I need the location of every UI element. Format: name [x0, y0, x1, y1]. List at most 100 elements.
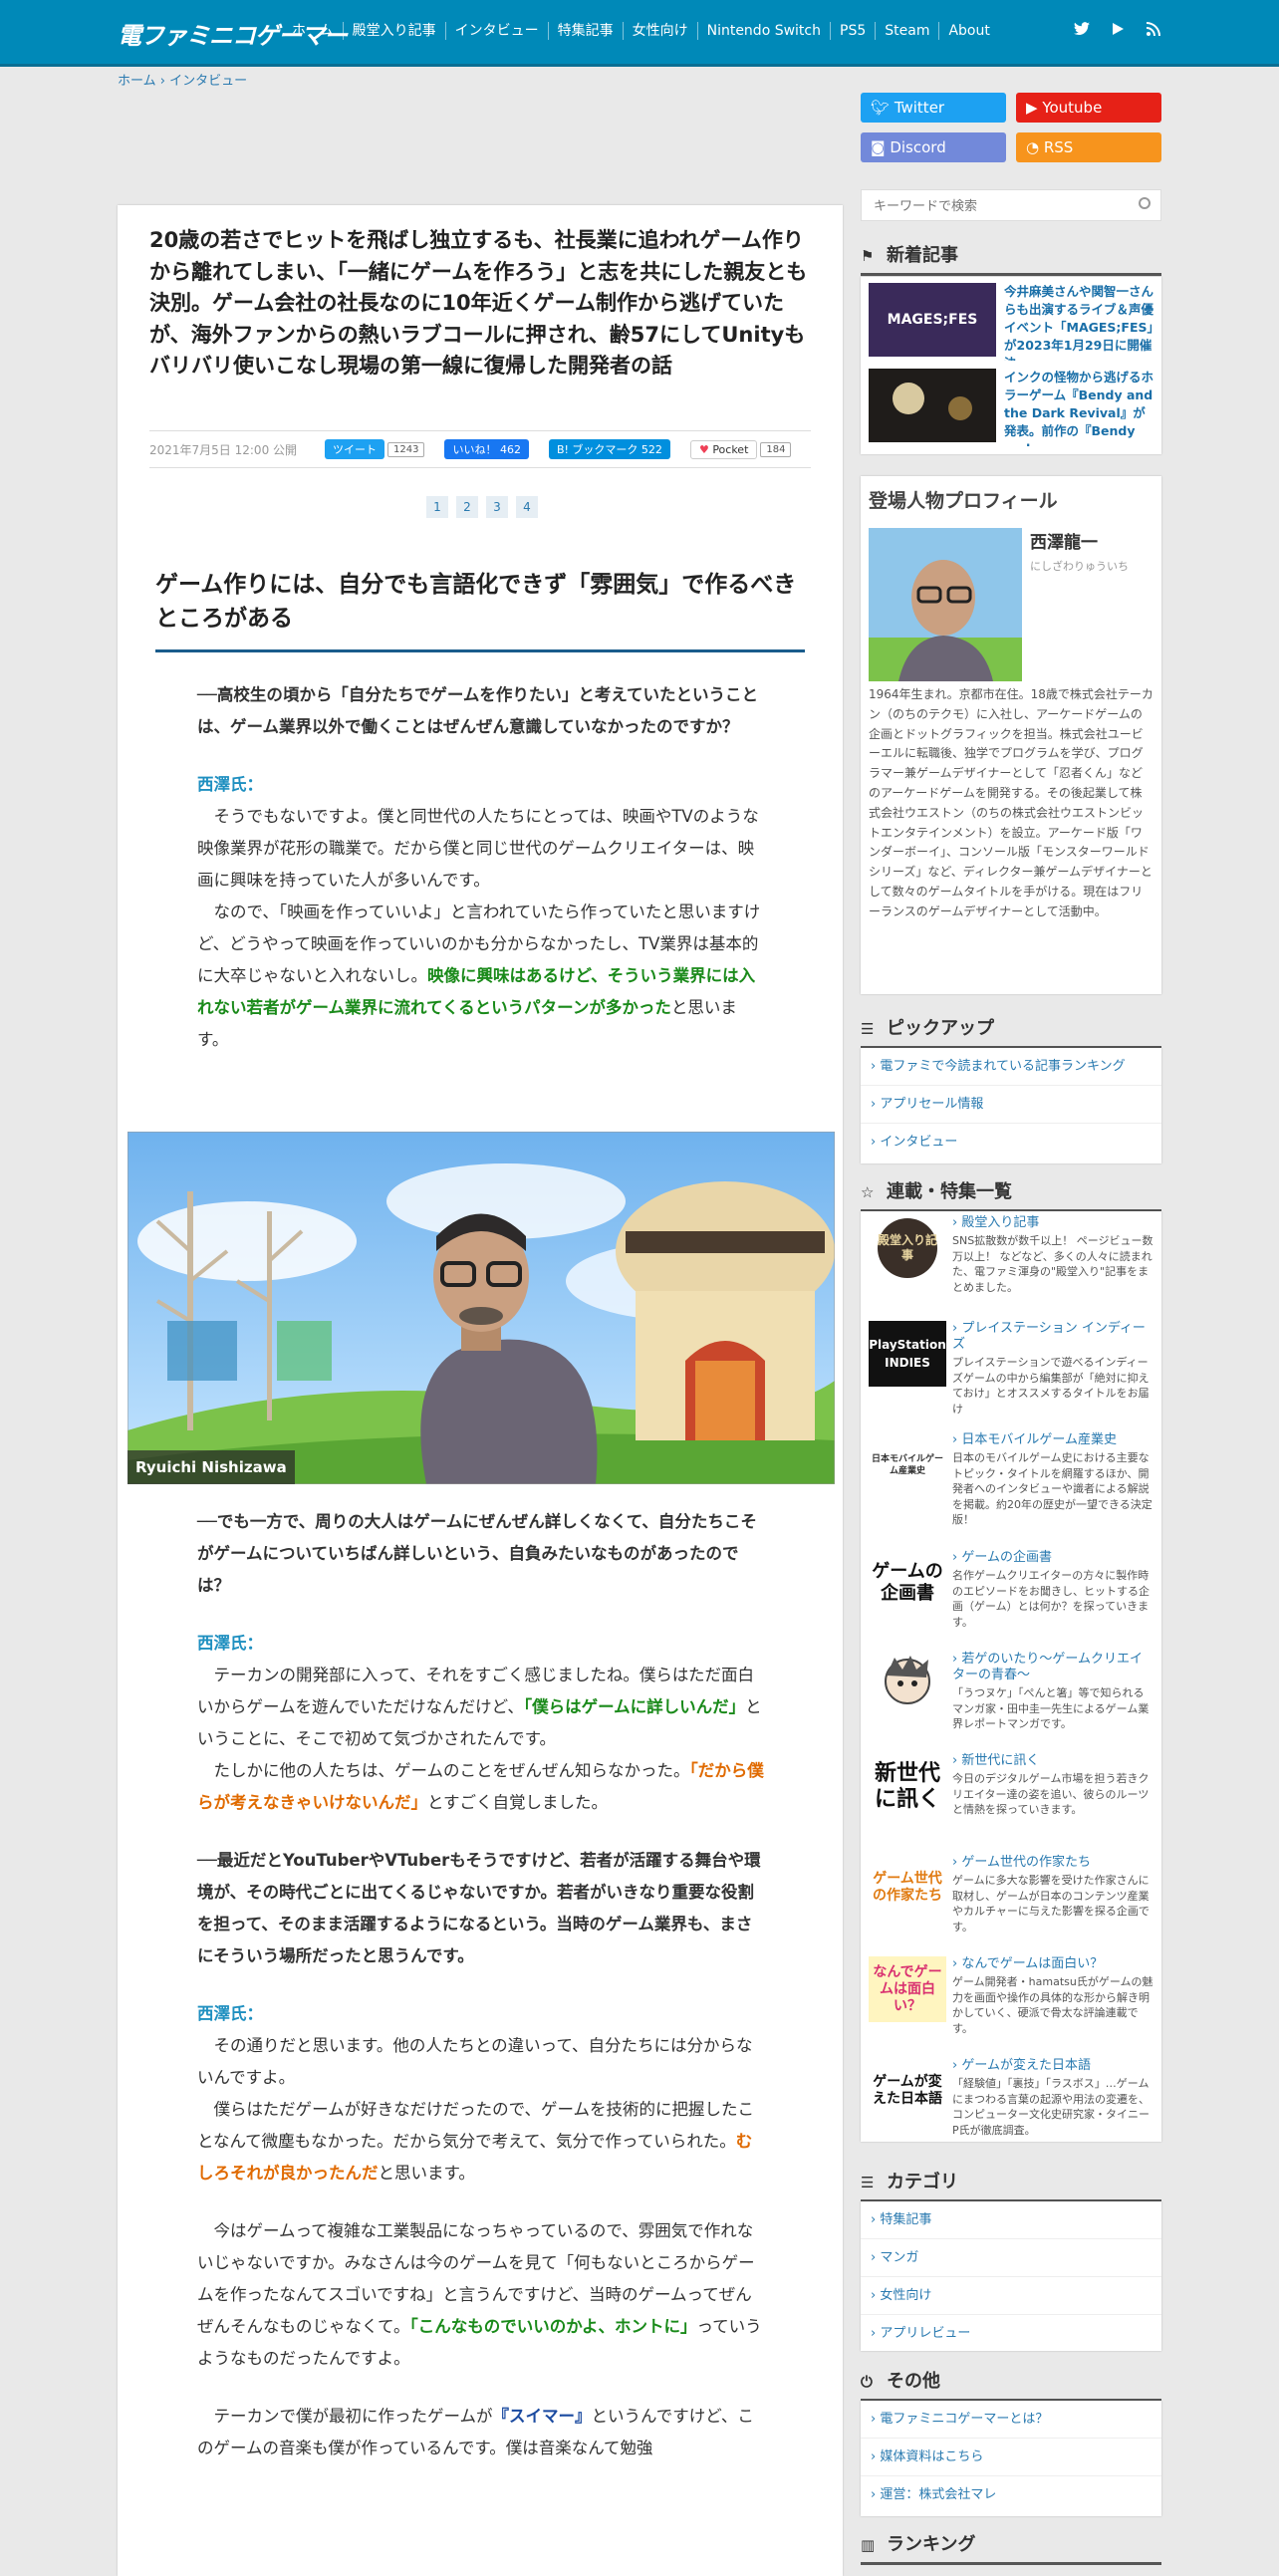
pickup-link[interactable]: › 電ファミで今読まれている記事ランキング — [861, 1048, 1161, 1086]
article-body-2: ──でも一方で、周りの大人はゲームにぜんぜん詳しくなくて、自分たちこそがゲームに… — [197, 1506, 765, 2464]
other-link[interactable]: › 電ファミニコゲーマーとは？ — [861, 2401, 1161, 2439]
series-title[interactable]: › プレイステーション インディーズ — [952, 1321, 1153, 1353]
question-3: ──最近だとYouTuberやVTuberもそうですけど、若者が活躍する舞台や環… — [197, 1851, 761, 1965]
speaker-label: 西澤氏： — [197, 775, 263, 794]
pocket-count: 184 — [760, 441, 792, 457]
series-desc: ゲームに多大な影響を受けた作家さんに取材し、ゲームが日本のコンテンツ産業やカルチ… — [952, 1874, 1150, 1933]
interview-photo: Ryuichi Nishizawa — [128, 1132, 835, 1484]
series-item[interactable]: なんでゲームは面白い？ › なんでゲームは面白い？ ゲーム開発者・hamatsu氏… — [869, 1956, 1153, 2036]
youtube-icon[interactable] — [1110, 22, 1126, 38]
series-title[interactable]: › 若ゲのいたり〜ゲームクリエイターの青春〜 — [952, 1652, 1153, 1683]
question-1: ──高校生の頃から「自分たちでゲームを作りたい」と考えていたということは、ゲーム… — [197, 685, 759, 736]
nav-ps5[interactable]: PS5 — [830, 22, 875, 40]
pickup-link[interactable]: › インタビュー — [861, 1124, 1161, 1160]
category-link[interactable]: › 女性向け — [861, 2277, 1161, 2315]
series-thumbnail: 新世代に訊く — [874, 1760, 940, 1812]
page-1[interactable]: 1 — [426, 496, 448, 518]
speaker-label: 西澤氏： — [197, 1634, 263, 1653]
tweet-count: 1243 — [387, 441, 425, 457]
twitter-icon[interactable] — [1074, 22, 1090, 38]
nav-interview[interactable]: インタビュー — [444, 22, 548, 40]
other-box: › 電ファミニコゲーマーとは？ › 媒体資料はこちら › 運営：株式会社マレ — [861, 2401, 1161, 2516]
breadcrumb-home[interactable]: ホーム — [118, 74, 156, 89]
other-link[interactable]: › 媒体資料はこちら — [861, 2439, 1161, 2476]
nav-women[interactable]: 女性向け — [622, 22, 697, 40]
article-title: 20歳の若さでヒットを飛ばし独立するも、社長業に追われゲーム作りから離れてしまい… — [149, 228, 808, 378]
series-title[interactable]: › なんでゲームは面白い？ — [952, 1956, 1153, 1972]
highlight-text: 「僕らはゲームに詳しいんだ」 — [523, 1697, 746, 1716]
search-input[interactable] — [872, 191, 1125, 221]
series-title[interactable]: › ゲームが変えた日本語 — [952, 2058, 1153, 2074]
news-title[interactable]: 今井麻美さんや関智一さんらも出演するライブ＆声優イベント「MAGES;FES」が… — [996, 283, 1153, 361]
page-4[interactable]: 4 — [516, 496, 538, 518]
page-2[interactable]: 2 — [456, 496, 478, 518]
discord-button[interactable]: ◙ Discord — [861, 132, 1006, 162]
category-link[interactable]: › 特集記事 — [861, 2201, 1161, 2239]
series-item[interactable]: › 若ゲのいたり〜ゲームクリエイターの青春〜 「うつヌケ」「ぺんと箸」等で知られる… — [869, 1652, 1153, 1732]
nav-about[interactable]: About — [938, 22, 998, 40]
discord-icon: ◙ — [871, 138, 891, 156]
rss-icon: ◔ — [1026, 138, 1044, 156]
series-title[interactable]: › 殿堂入り記事 — [952, 1215, 1153, 1231]
answer-2-p2: たしかに他の人たちは、ゲームのことをぜんぜん知らなかった。「だから僕らが考えなき… — [197, 1761, 764, 1812]
nav-steam[interactable]: Steam — [875, 22, 938, 40]
series-item[interactable]: ゲームの企画書 › ゲームの企画書 名作ゲームクリエイターの方々に製作時のエピソー… — [869, 1550, 1153, 1630]
interview-photo-image — [128, 1132, 835, 1484]
profile-heading: 登場人物プロフィール — [869, 490, 1058, 512]
nav-features[interactable]: 特集記事 — [547, 22, 623, 40]
series-thumbnail: ゲームの企画書 — [872, 1561, 943, 1604]
series-item[interactable]: PlayStation INDIES › プレイステーション インディーズ プレイ… — [869, 1321, 1153, 1417]
breadcrumb-interview[interactable]: インタビュー — [169, 74, 247, 89]
series-item[interactable]: 日本モバイルゲーム産業史 › 日本モバイルゲーム産業史 日本のモバイルゲーム史にお… — [869, 1432, 1153, 1528]
category-link[interactable]: › アプリレビュー — [861, 2315, 1161, 2352]
series-title[interactable]: › ゲームの企画書 — [952, 1550, 1153, 1566]
share-pocket[interactable]: ♥ Pocket 184 — [689, 439, 792, 459]
share-twitter[interactable]: ツイート 1243 — [325, 439, 425, 459]
series-thumbnail: ゲーム世代の作家たち — [873, 1871, 942, 1904]
news-title[interactable]: インクの怪物から逃げるホラーゲーム『Bendy and the Dark Rev… — [996, 369, 1153, 446]
category-link[interactable]: › マンガ — [861, 2239, 1161, 2277]
series-item[interactable]: ゲームが変えた日本語 › ゲームが変えた日本語「経験値」「裏技」「ラスボス」…ゲ… — [869, 2058, 1153, 2138]
series-item[interactable]: 殿堂入り記事 › 殿堂入り記事 SNS拡散数が数千以上！ ページビュー数万以上！ … — [869, 1215, 1153, 1295]
nav-hall-of-fame[interactable]: 殿堂入り記事 — [342, 22, 445, 40]
nav-switch[interactable]: Nintendo Switch — [696, 22, 830, 40]
share-facebook[interactable]: いいね！ 462 — [444, 439, 529, 459]
series-thumbnail: 日本モバイルゲーム産業史 — [871, 1454, 943, 1476]
series-thumbnail — [869, 1652, 946, 1717]
share-hatena[interactable]: B! ブックマーク 522 — [548, 439, 670, 459]
profile-photo — [869, 528, 1022, 681]
pocket-button[interactable]: ♥ Pocket — [689, 439, 758, 459]
answer-1-p2: なので、「映画を作っていいよ」と言われていたら作っていたと思いますけど、どうやっ… — [197, 902, 761, 1049]
series-title[interactable]: › ゲーム世代の作家たち — [952, 1855, 1153, 1871]
series-desc: 「経験値」「裏技」「ラスボス」…ゲームにまつわる言葉の起源や用法の変遷を、コンピ… — [952, 2077, 1150, 2137]
rss-button[interactable]: ◔ RSS — [1016, 132, 1161, 162]
highlight-text: 『スイマー』 — [492, 2407, 592, 2426]
series-title[interactable]: › 新世代に訊く — [952, 1753, 1153, 1769]
series-title[interactable]: › 日本モバイルゲーム産業史 — [952, 1432, 1153, 1448]
nav-home[interactable]: ホーム — [289, 22, 343, 40]
bookmark-button[interactable]: B! ブックマーク 522 — [548, 439, 670, 459]
header-social — [1074, 22, 1161, 38]
youtube-button[interactable]: ▶ Youtube — [1016, 93, 1161, 123]
profile-box: 登場人物プロフィール 西澤龍一 にしざわりゅういち 1964年生まれ。京都市在住… — [861, 476, 1161, 994]
tweet-button[interactable]: ツイート — [325, 439, 385, 459]
series-heading: ☆ 連載・特集一覧 — [861, 1177, 1161, 1212]
like-button[interactable]: いいね！ 462 — [444, 439, 529, 459]
pickup-link[interactable]: › アプリセール情報 — [861, 1086, 1161, 1124]
series-desc: SNS拡散数が数千以上！ ページビュー数万以上！ などなど、多くの人々に読まれた… — [952, 1234, 1153, 1294]
rss-icon[interactable] — [1146, 22, 1161, 38]
news-item[interactable]: MAGES;FES 今井麻美さんや関智一さんらも出演するライブ＆声優イベント「M… — [869, 283, 1153, 361]
news-item[interactable]: インクの怪物から逃げるホラーゲーム『Bendy and the Dark Rev… — [869, 369, 1153, 446]
search-icon[interactable] — [1139, 197, 1151, 209]
answer-3-p4: テーカンで僕が最初に作ったゲームが『スイマー』というんですけど、このゲームの音楽… — [197, 2407, 754, 2457]
page-3[interactable]: 3 — [486, 496, 508, 518]
series-item[interactable]: 新世代に訊く › 新世代に訊く 今日のデジタルゲーム市場を担う若きクリエイター達の… — [869, 1753, 1153, 1819]
twitter-button[interactable]: 🐦︎ Twitter — [861, 93, 1006, 123]
list-icon: ☰ — [861, 2174, 875, 2191]
news-thumbnail — [869, 369, 996, 442]
other-link[interactable]: › 運営：株式会社マレ — [861, 2476, 1161, 2513]
series-item[interactable]: ゲーム世代の作家たち › ゲーム世代の作家たちゲームに多大な影響を受けた作家さん… — [869, 1855, 1153, 1934]
profile-text: 1964年生まれ。京都市在住。18歳で株式会社テーカン（のちのテクモ）に入社し、… — [869, 687, 1153, 918]
other-heading: ⏻ その他 — [861, 2367, 1161, 2402]
series-thumbnail: ゲームが変えた日本語 — [873, 2074, 942, 2107]
